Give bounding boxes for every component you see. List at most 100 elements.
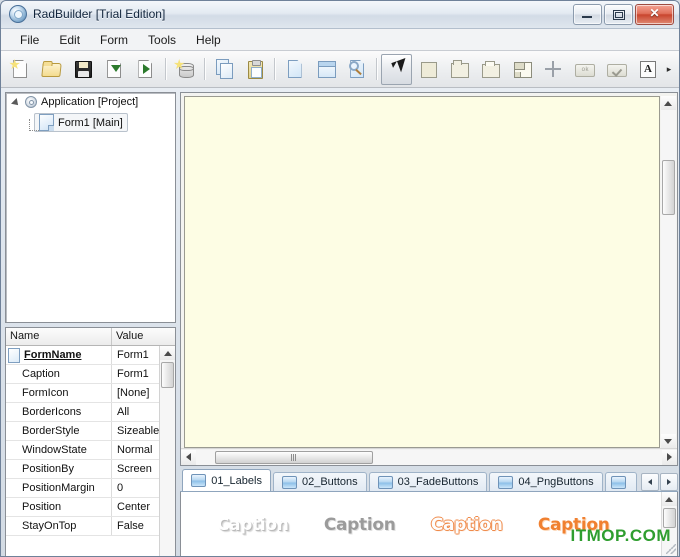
paste-button[interactable] xyxy=(240,54,270,85)
scroll-right-button[interactable] xyxy=(661,449,677,465)
tree-node-application[interactable]: Application [Project] xyxy=(6,93,175,111)
tab-03-fadebuttons[interactable]: 03_FadeButtons xyxy=(368,472,488,491)
scroll-up-button[interactable] xyxy=(660,96,676,110)
scroll-thumb[interactable] xyxy=(661,160,675,215)
property-value[interactable]: Normal xyxy=(112,441,159,459)
scroll-track[interactable] xyxy=(160,360,176,556)
caret-up-icon xyxy=(664,100,673,106)
list-item[interactable]: Caption xyxy=(199,515,306,535)
list-item[interactable]: Caption xyxy=(413,515,520,535)
prev-tab-button[interactable] xyxy=(640,473,659,491)
designer-vertical-scrollbar[interactable] xyxy=(660,96,676,448)
paste-clipboard-icon xyxy=(245,59,265,79)
radbuilder-gear-icon xyxy=(9,5,27,23)
property-value[interactable]: Form1 xyxy=(112,365,159,383)
maximize-button[interactable] xyxy=(604,4,633,25)
palette-tab-strip: 01_Labels 02_Buttons 03_FadeButtons 04_P… xyxy=(180,469,678,492)
scroll-down-button[interactable] xyxy=(660,434,676,448)
maximize-icon xyxy=(613,10,625,20)
design-canvas[interactable] xyxy=(184,96,660,448)
move-resize-button[interactable] xyxy=(538,54,568,85)
designer-horizontal-scrollbar[interactable] xyxy=(181,448,677,465)
new-window-button[interactable] xyxy=(311,54,341,85)
move-cross-icon xyxy=(543,59,563,79)
property-name: BorderStyle xyxy=(6,422,112,440)
next-tab-button[interactable] xyxy=(659,473,678,491)
component-tab-icon xyxy=(281,475,297,489)
menu-item-tools[interactable]: Tools xyxy=(139,30,185,50)
project-tree[interactable]: Application [Project] Form1 [Main] xyxy=(5,92,177,323)
build-button[interactable] xyxy=(99,54,129,85)
property-value[interactable]: [None] xyxy=(112,384,159,402)
tab-05-partial[interactable] xyxy=(604,472,637,491)
property-value[interactable]: False xyxy=(112,517,159,535)
table-row[interactable]: FormName Form1 xyxy=(6,346,160,365)
close-button[interactable]: ✕ xyxy=(635,4,674,25)
property-name: PositionMargin xyxy=(6,479,112,497)
table-row[interactable]: BorderStyle Sizeable xyxy=(6,422,160,441)
table-row[interactable]: PositionMargin 0 xyxy=(6,479,160,498)
new-database-button[interactable] xyxy=(170,54,200,85)
property-value[interactable]: All xyxy=(112,403,159,421)
property-grid[interactable]: Name Value FormName Form1 Caption Form1 … xyxy=(5,327,177,556)
minimize-icon xyxy=(582,16,592,18)
scroll-thumb[interactable] xyxy=(161,362,175,388)
scroll-thumb[interactable] xyxy=(662,508,676,528)
copy-button[interactable] xyxy=(209,54,239,85)
table-row[interactable]: WindowState Normal xyxy=(6,441,160,460)
select-pointer-button[interactable] xyxy=(381,53,412,85)
resize-grip[interactable] xyxy=(664,542,676,554)
property-grid-scrollbar[interactable] xyxy=(159,346,176,556)
chevron-expand-icon[interactable] xyxy=(12,98,21,107)
tab-04-pngbuttons[interactable]: 04_PngButtons xyxy=(489,472,603,491)
list-item[interactable]: Caption xyxy=(520,515,627,535)
table-row[interactable]: StayOnTop False xyxy=(6,517,160,536)
tab-01-labels[interactable]: 01_Labels xyxy=(182,469,271,491)
tab-02-buttons[interactable]: 02_Buttons xyxy=(272,472,367,491)
blank-page-icon xyxy=(285,59,305,79)
preview-button[interactable] xyxy=(342,54,372,85)
font-button[interactable]: A xyxy=(632,54,662,85)
property-value[interactable]: Sizeable xyxy=(112,422,159,440)
minimize-button[interactable] xyxy=(573,4,602,25)
main-content: Application [Project] Form1 [Main] Name … xyxy=(1,88,679,556)
property-value[interactable]: Center xyxy=(112,498,159,516)
list-item[interactable]: Caption xyxy=(306,515,413,535)
toolbar-separator xyxy=(376,58,378,80)
table-row[interactable]: Position Center xyxy=(6,498,160,517)
layout-grid-button[interactable] xyxy=(507,54,537,85)
run-button[interactable] xyxy=(130,54,160,85)
check-button-tool[interactable] xyxy=(601,54,631,85)
property-value[interactable]: Screen xyxy=(112,460,159,478)
scroll-thumb[interactable] xyxy=(214,450,374,464)
menu-item-edit[interactable]: Edit xyxy=(50,30,89,50)
scroll-up-button[interactable] xyxy=(160,346,176,360)
panel-button[interactable] xyxy=(413,54,443,85)
tree-node-selected[interactable]: Form1 [Main] xyxy=(34,113,128,132)
ok-button-tool[interactable]: ok xyxy=(569,54,599,85)
new-project-button[interactable] xyxy=(5,54,35,85)
scroll-track[interactable] xyxy=(196,449,662,465)
caret-up-icon xyxy=(163,350,172,356)
table-row[interactable]: Caption Form1 xyxy=(6,365,160,384)
save-button[interactable] xyxy=(68,54,98,85)
menu-item-form[interactable]: Form xyxy=(91,30,137,50)
scroll-up-button[interactable] xyxy=(661,492,677,506)
property-value[interactable]: 0 xyxy=(112,479,159,497)
scroll-left-button[interactable] xyxy=(181,449,197,465)
open-project-button[interactable] xyxy=(36,54,66,85)
new-form-button[interactable] xyxy=(279,54,309,85)
table-row[interactable]: BorderIcons All xyxy=(6,403,160,422)
window-controls: ✕ xyxy=(573,4,674,25)
menu-item-file[interactable]: File xyxy=(11,30,48,50)
toolbar-overflow-button[interactable]: ▸ xyxy=(663,55,675,84)
scroll-track[interactable] xyxy=(660,110,676,434)
title-bar-left: RadBuilder [Trial Edition] xyxy=(9,5,165,23)
component-tab-icon xyxy=(191,474,207,487)
table-row[interactable]: PositionBy Screen xyxy=(6,460,160,479)
property-value[interactable]: Form1 xyxy=(112,346,159,364)
tabcontrol-button[interactable] xyxy=(475,54,505,85)
table-row[interactable]: FormIcon [None] xyxy=(6,384,160,403)
menu-item-help[interactable]: Help xyxy=(187,30,230,50)
groupbox-button[interactable] xyxy=(444,54,474,85)
